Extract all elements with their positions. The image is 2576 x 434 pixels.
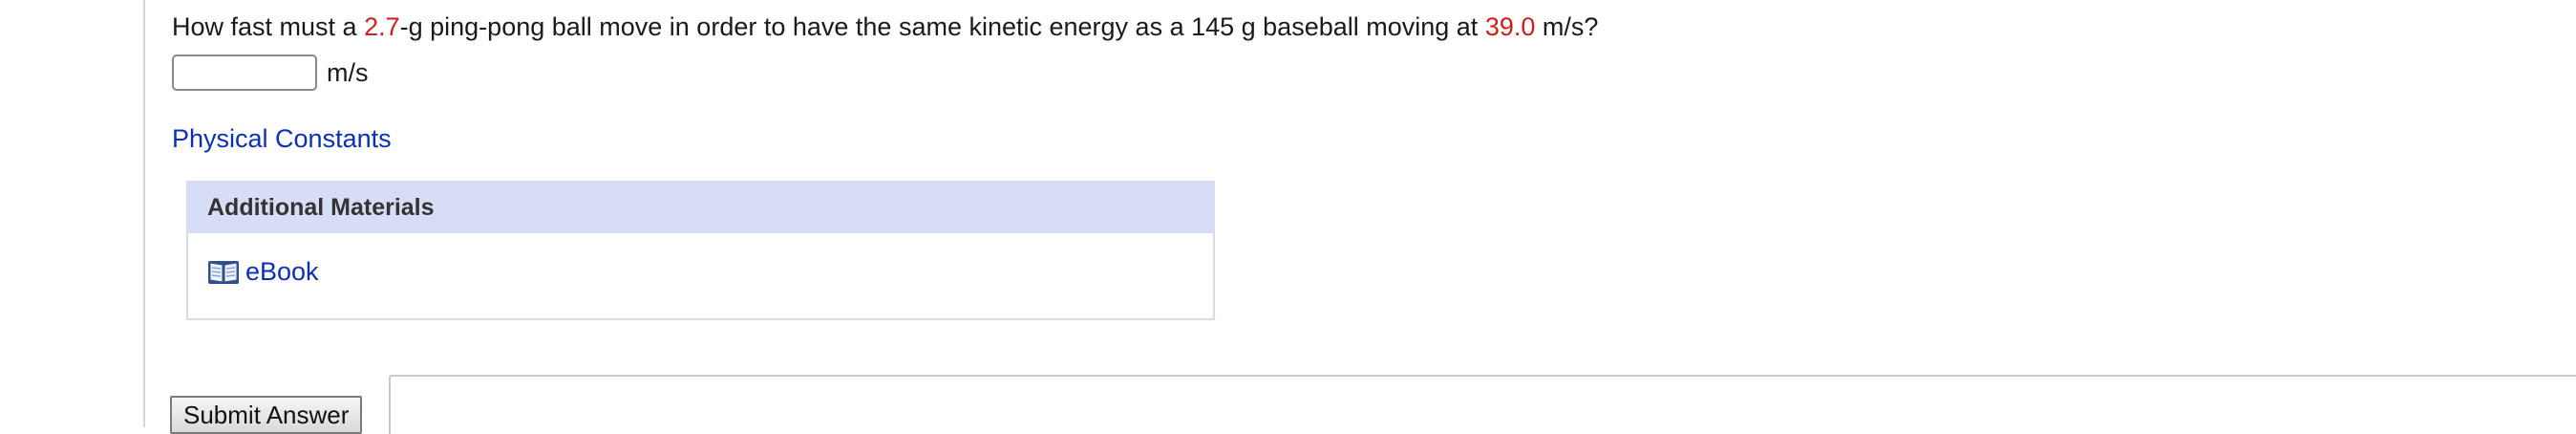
ebook-label: eBook xyxy=(245,257,319,286)
question-prefix: How fast must a xyxy=(172,12,365,41)
question-mass-value: 2.7 xyxy=(364,12,400,41)
submit-answer-button[interactable]: Submit Answer xyxy=(170,396,363,434)
answer-unit: m/s xyxy=(327,57,369,87)
response-panel xyxy=(389,375,2576,434)
physical-constants-link[interactable]: Physical Constants xyxy=(172,121,392,156)
book-icon xyxy=(207,258,245,287)
question-suffix: m/s? xyxy=(1535,12,1599,41)
answer-input[interactable] xyxy=(172,54,317,91)
question-speed-value: 39.0 xyxy=(1484,12,1536,41)
question-middle: -g ping-pong ball move in order to have … xyxy=(399,12,1485,41)
additional-materials-panel: Additional Materials eBook xyxy=(186,181,1215,320)
additional-materials-header: Additional Materials xyxy=(188,183,1213,233)
ebook-link[interactable]: eBook xyxy=(207,257,319,287)
answer-row: m/s xyxy=(172,54,369,91)
page-left-rule xyxy=(143,0,145,427)
question-text: How fast must a 2.7-g ping-pong ball mov… xyxy=(172,10,1598,44)
